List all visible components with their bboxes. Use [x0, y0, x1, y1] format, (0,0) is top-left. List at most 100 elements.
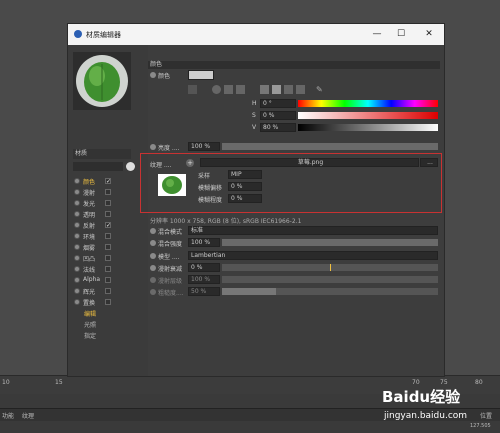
channel-radio[interactable]: [74, 222, 80, 228]
diffuse-level-radio[interactable]: [150, 277, 156, 283]
channel-fog[interactable]: 烟雾: [74, 243, 136, 252]
value-slider[interactable]: [298, 124, 438, 131]
mix-mode-dropdown[interactable]: 标准: [188, 226, 438, 235]
saturation-slider[interactable]: [298, 112, 438, 119]
blur-offset-field[interactable]: 0 %: [228, 182, 262, 191]
channel-normal[interactable]: 法线: [74, 265, 136, 274]
subitem-edit[interactable]: 编辑: [84, 309, 96, 318]
channel-radio[interactable]: [74, 189, 80, 195]
subitem-illumination[interactable]: 光照: [84, 320, 96, 329]
channel-checkbox[interactable]: [105, 266, 111, 272]
v-field[interactable]: 80 %: [260, 123, 296, 132]
channel-label: 透明: [83, 212, 96, 219]
roughness-slider[interactable]: [222, 288, 438, 295]
roughness-field[interactable]: 50 %: [188, 287, 220, 296]
status-texture[interactable]: 纹理: [22, 411, 34, 420]
texture-file-field[interactable]: 草莓.png: [200, 158, 419, 167]
channel-filter-field[interactable]: [73, 162, 123, 171]
h-field[interactable]: 0 °: [260, 99, 296, 108]
color-radio[interactable]: [150, 72, 156, 78]
kelvin-icon[interactable]: [284, 85, 293, 94]
diffuse-level-field[interactable]: 100 %: [188, 275, 220, 284]
minimize-button[interactable]: —: [366, 27, 388, 42]
sampling-dropdown[interactable]: MIP: [228, 170, 262, 179]
window-title: 材质编辑器: [86, 31, 121, 39]
model-dropdown[interactable]: Lambertian: [188, 251, 438, 260]
hue-slider[interactable]: [298, 100, 438, 107]
mix-mode-radio[interactable]: [150, 228, 156, 234]
brightness-slider[interactable]: [222, 143, 438, 150]
brightness-radio[interactable]: [150, 144, 156, 150]
channel-reflectance[interactable]: 反射 ✓: [74, 221, 136, 230]
close-button[interactable]: ✕: [418, 27, 440, 42]
channel-radio[interactable]: [74, 266, 80, 272]
channel-checkbox[interactable]: [105, 288, 111, 294]
channel-checkbox[interactable]: ✓: [105, 178, 111, 185]
mix-strength-field[interactable]: 100 %: [188, 238, 220, 247]
diffuse-level-slider[interactable]: [222, 276, 438, 283]
texture-menu-icon[interactable]: +: [186, 159, 194, 167]
roughness-radio[interactable]: [150, 289, 156, 295]
material-preview[interactable]: [73, 52, 131, 110]
channel-bump[interactable]: 凹凸: [74, 254, 136, 263]
texture-browse-button[interactable]: ...: [420, 158, 438, 167]
mix-strength-radio[interactable]: [150, 240, 156, 246]
hsv-icon[interactable]: [272, 85, 281, 94]
palette-icon[interactable]: [236, 85, 245, 94]
channel-checkbox[interactable]: [105, 233, 111, 239]
channel-checkbox[interactable]: ✓: [105, 222, 111, 229]
channel-radio[interactable]: [74, 299, 80, 305]
channel-alpha[interactable]: Alpha: [74, 276, 136, 285]
rgb-icon[interactable]: [260, 85, 269, 94]
diffuse-falloff-field[interactable]: 0 %: [188, 263, 220, 272]
roughness-label: 粗糙度....: [158, 290, 184, 297]
channel-radio[interactable]: [74, 255, 80, 261]
status-function[interactable]: 功能: [2, 411, 14, 420]
channel-checkbox[interactable]: [105, 200, 111, 206]
channel-checkbox[interactable]: [105, 277, 111, 283]
wheel-icon[interactable]: [188, 85, 197, 94]
channel-radio[interactable]: [74, 211, 80, 217]
spectrum-icon[interactable]: [212, 85, 221, 94]
channel-displacement[interactable]: 置换: [74, 298, 136, 307]
subitem-assign[interactable]: 指定: [84, 331, 96, 340]
mix-strength-slider[interactable]: [222, 239, 438, 246]
channel-radio[interactable]: [74, 288, 80, 294]
mixer-icon[interactable]: [296, 85, 305, 94]
brightness-label: 亮度 ....: [158, 145, 180, 152]
channel-checkbox[interactable]: [105, 189, 111, 195]
model-radio[interactable]: [150, 253, 156, 259]
channel-filter-icon[interactable]: [126, 162, 135, 171]
diffuse-falloff-radio[interactable]: [150, 265, 156, 271]
brightness-field[interactable]: 100 %: [188, 142, 220, 151]
channel-label: 环境: [83, 234, 96, 241]
channel-radio[interactable]: [74, 277, 80, 283]
color-swatch[interactable]: [188, 70, 214, 80]
channel-glow[interactable]: 辉光: [74, 287, 136, 296]
channel-color[interactable]: 颜色 ✓: [74, 177, 136, 186]
channel-diffusion[interactable]: 漫射: [74, 188, 136, 197]
maximize-button[interactable]: ☐: [390, 27, 412, 42]
channel-environment[interactable]: 环境: [74, 232, 136, 241]
diffuse-falloff-label: 漫射衰减: [158, 266, 183, 273]
channel-radio[interactable]: [74, 178, 80, 184]
diffuse-falloff-slider[interactable]: [222, 264, 438, 271]
blur-scale-field[interactable]: 0 %: [228, 194, 262, 203]
s-field[interactable]: 0 %: [260, 111, 296, 120]
texture-thumbnail[interactable]: [158, 174, 186, 196]
picture-icon[interactable]: [224, 85, 233, 94]
eyedropper-icon[interactable]: ✎: [316, 85, 325, 94]
timeline-tick: 10: [2, 379, 10, 386]
channel-checkbox[interactable]: [105, 244, 111, 250]
channel-radio[interactable]: [74, 233, 80, 239]
title-bar[interactable]: 材质编辑器 — ☐ ✕: [68, 24, 444, 45]
channel-radio[interactable]: [74, 244, 80, 250]
material-editor-window: 材质编辑器 — ☐ ✕ 材质 颜色 ✓ 漫射 发光 透明 反射 ✓ 环境 烟雾 …: [67, 23, 445, 377]
channel-checkbox[interactable]: [105, 211, 111, 217]
channel-luminance[interactable]: 发光: [74, 199, 136, 208]
channel-radio[interactable]: [74, 200, 80, 206]
h-label: H: [252, 100, 257, 107]
channel-checkbox[interactable]: [105, 255, 111, 261]
channel-checkbox[interactable]: [105, 299, 111, 305]
channel-transparency[interactable]: 透明: [74, 210, 136, 219]
